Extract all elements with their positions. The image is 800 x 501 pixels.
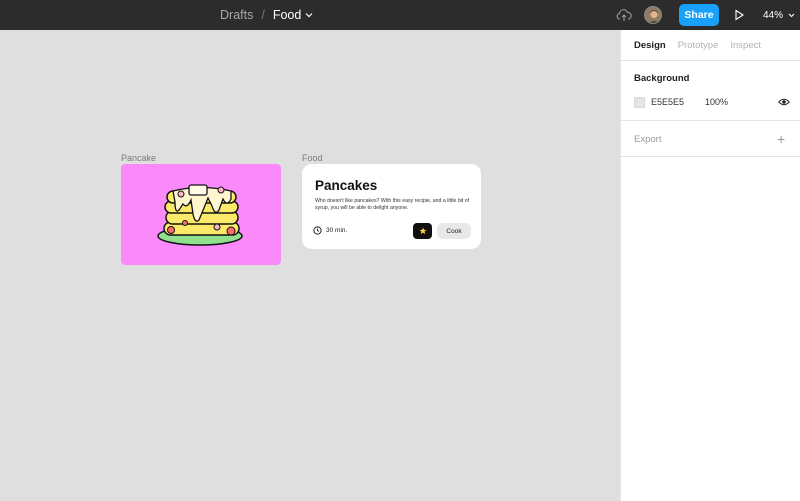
pancake-illustration [157,184,243,246]
chevron-down-icon [788,13,795,17]
tab-design[interactable]: Design [634,40,666,51]
background-opacity-value[interactable]: 100% [705,97,728,107]
divider [621,60,800,61]
export-section-title: Export [634,134,662,145]
play-icon[interactable] [733,9,745,21]
frame-label-pancake[interactable]: Pancake [121,153,156,163]
zoom-level: 44% [763,9,784,21]
cook-time: 30 min. [313,226,347,235]
cook-time-label: 30 min. [326,227,348,234]
background-color-swatch[interactable] [634,97,645,108]
frame-label-food[interactable]: Food [302,153,323,163]
eye-icon[interactable] [778,97,790,107]
panel-tabs: Design Prototype Inspect [634,40,761,51]
properties-panel: Design Prototype Inspect Background E5E5… [620,30,800,501]
star-icon [418,227,427,235]
chevron-down-icon[interactable] [305,12,313,18]
cloud-upload-icon[interactable] [616,8,632,22]
avatar[interactable] [644,6,662,24]
breadcrumb-separator: / [261,8,265,22]
file-name[interactable]: Food [273,8,302,22]
zoom-dropdown[interactable]: 44% [763,0,795,30]
breadcrumb-drafts[interactable]: Drafts [220,8,253,22]
tab-prototype[interactable]: Prototype [678,40,719,51]
food-card[interactable]: Pancakes Who doesn't like pancakes? With… [302,164,481,249]
divider [621,156,800,157]
divider [621,120,800,121]
cook-button[interactable]: Cook [437,223,471,239]
tab-inspect[interactable]: Inspect [730,40,761,51]
breadcrumb: Drafts / Food [220,0,313,30]
canvas[interactable]: Pancake Food [0,30,620,501]
plus-icon[interactable]: + [777,131,785,147]
background-section-title: Background [634,73,690,84]
favorite-button[interactable] [413,223,432,239]
background-hex-value[interactable]: E5E5E5 [651,97,684,107]
top-toolbar: Drafts / Food Share 44% [0,0,800,30]
card-title: Pancakes [315,178,378,193]
card-description: Who doesn't like pancakes? With this eas… [315,198,470,211]
pancake-frame[interactable] [121,164,281,265]
share-button[interactable]: Share [679,4,719,26]
clock-icon [313,226,322,235]
